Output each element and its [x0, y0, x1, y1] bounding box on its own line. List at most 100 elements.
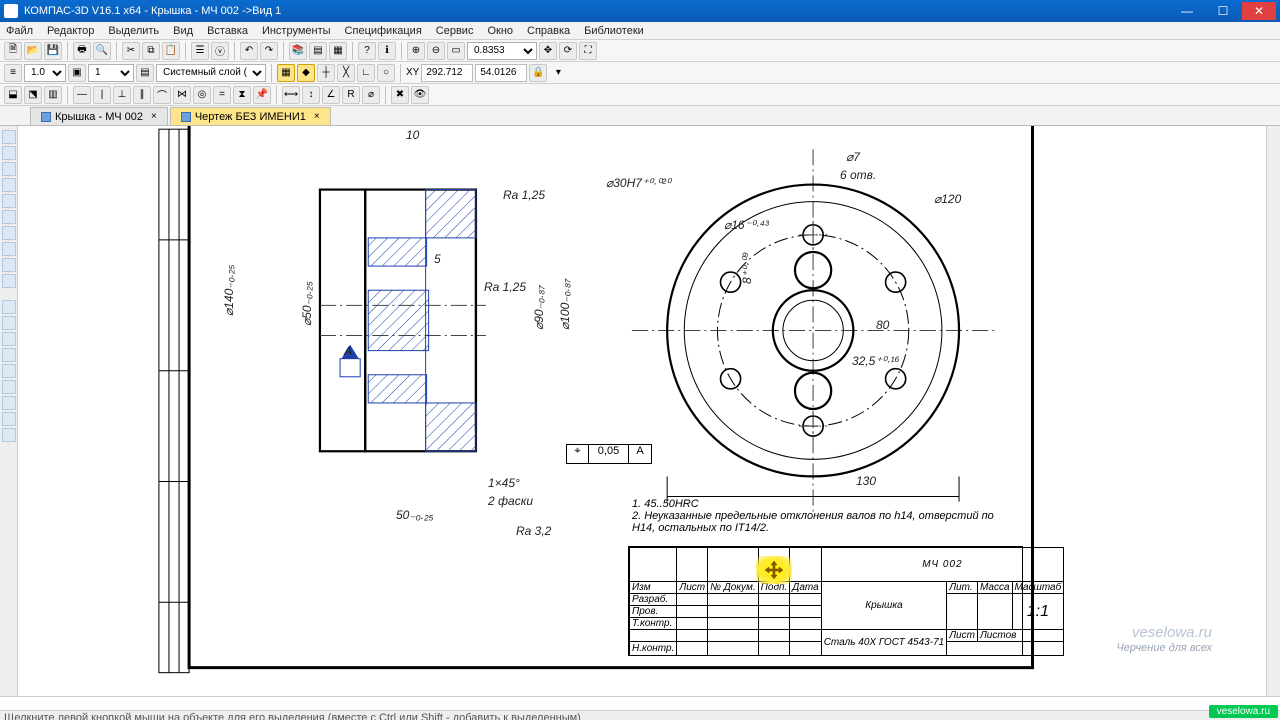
lib-icon[interactable]: 📚: [289, 42, 307, 60]
show-con-icon[interactable]: 👁: [411, 86, 429, 104]
close-icon[interactable]: ×: [151, 111, 157, 122]
round-icon[interactable]: ○: [377, 64, 395, 82]
snap-int-icon[interactable]: ╳: [337, 64, 355, 82]
close-icon[interactable]: ×: [314, 111, 320, 122]
menu-service[interactable]: Сервис: [436, 25, 474, 37]
rotate-icon[interactable]: ⟳: [559, 42, 577, 60]
coord-drop-icon[interactable]: ▾: [549, 64, 567, 82]
arc-tool-icon[interactable]: [2, 332, 16, 346]
snap-mid-icon[interactable]: ┼: [317, 64, 335, 82]
del-con-icon[interactable]: ✖: [391, 86, 409, 104]
dim-icon[interactable]: [2, 146, 16, 160]
pan-icon[interactable]: ✥: [539, 42, 557, 60]
sym-icon[interactable]: ⧗: [233, 86, 251, 104]
label-icon[interactable]: [2, 162, 16, 176]
menu-select[interactable]: Выделить: [108, 25, 159, 37]
coord-y[interactable]: 54.0126: [475, 64, 527, 82]
layers-icon[interactable]: ▤: [136, 64, 154, 82]
table-tool-icon[interactable]: [2, 428, 16, 442]
point-tool-icon[interactable]: [2, 380, 16, 394]
lineweight-combo[interactable]: 1.0: [24, 64, 66, 82]
rect-tool-icon[interactable]: [2, 348, 16, 362]
hdim-icon[interactable]: ⟷: [282, 86, 300, 104]
tab-doc-1[interactable]: Крышка - МЧ 002 ×: [30, 107, 168, 125]
open-icon[interactable]: 📂: [24, 42, 42, 60]
menu-edit[interactable]: Редактор: [47, 25, 94, 37]
preview-icon[interactable]: 🔍: [93, 42, 111, 60]
fix-icon[interactable]: 📌: [253, 86, 271, 104]
spline-tool-icon[interactable]: [2, 364, 16, 378]
vdim-icon[interactable]: ↕: [302, 86, 320, 104]
command-line[interactable]: [0, 696, 1280, 710]
tab-doc-2[interactable]: Чертеж БЕЗ ИМЕНИ1 ×: [170, 107, 331, 125]
minimize-button[interactable]: —: [1170, 2, 1204, 20]
layer-name-combo[interactable]: Системный слой (0): [156, 64, 266, 82]
menu-file[interactable]: Файл: [6, 25, 33, 37]
redo-icon[interactable]: ↷: [260, 42, 278, 60]
close-button[interactable]: ✕: [1242, 2, 1276, 20]
zoomwin-icon[interactable]: ▭: [447, 42, 465, 60]
help-icon[interactable]: ?: [358, 42, 376, 60]
menu-help[interactable]: Справка: [527, 25, 570, 37]
copy-icon[interactable]: ⧉: [142, 42, 160, 60]
right-scroll-strip[interactable]: [1266, 126, 1280, 696]
circle-tool-icon[interactable]: [2, 316, 16, 330]
coord-lock-icon[interactable]: 🔒: [529, 64, 547, 82]
param3-icon[interactable]: ▥: [44, 86, 62, 104]
conc-icon[interactable]: ◎: [193, 86, 211, 104]
perp-icon[interactable]: ⊥: [113, 86, 131, 104]
linestyle-icon[interactable]: ≡: [4, 64, 22, 82]
save-icon[interactable]: 💾: [44, 42, 62, 60]
select-icon[interactable]: [2, 226, 16, 240]
hatch-tool-icon[interactable]: [2, 396, 16, 410]
snap-grid-icon[interactable]: ▦: [277, 64, 295, 82]
paste-icon[interactable]: 📋: [162, 42, 180, 60]
param2-icon[interactable]: ⬔: [24, 86, 42, 104]
maximize-button[interactable]: ☐: [1206, 2, 1240, 20]
zoom-combo[interactable]: 0.8353: [467, 42, 537, 60]
param1-icon[interactable]: ⬓: [4, 86, 22, 104]
vcon-icon[interactable]: |: [93, 86, 111, 104]
undo-icon[interactable]: ↶: [240, 42, 258, 60]
drawing-canvas[interactable]: ⌀7 6 отв. ⌀120 ⌀16⁻⁰·⁴³ 80 32,5⁺⁰·¹⁶ 130…: [18, 126, 1266, 696]
layer-icon[interactable]: ▣: [68, 64, 86, 82]
menu-view[interactable]: Вид: [173, 25, 193, 37]
tan-icon[interactable]: ⌒: [153, 86, 171, 104]
par-icon[interactable]: ∥: [133, 86, 151, 104]
ddim-icon[interactable]: ⌀: [362, 86, 380, 104]
whatsthis-icon[interactable]: ℹ: [378, 42, 396, 60]
ortho-icon[interactable]: ∟: [357, 64, 375, 82]
menu-spec[interactable]: Спецификация: [345, 25, 422, 37]
coord-x[interactable]: 292.712: [421, 64, 473, 82]
spec2-icon[interactable]: ▦: [329, 42, 347, 60]
menu-libs[interactable]: Библиотеки: [584, 25, 644, 37]
layer-num-combo[interactable]: 1: [88, 64, 134, 82]
edit-icon[interactable]: [2, 178, 16, 192]
geom-icon[interactable]: [2, 130, 16, 144]
line-tool-icon[interactable]: [2, 300, 16, 314]
insert-icon[interactable]: [2, 274, 16, 288]
measure-icon[interactable]: [2, 210, 16, 224]
fit-icon[interactable]: ⛶: [579, 42, 597, 60]
props-icon[interactable]: ☰: [191, 42, 209, 60]
spec-icon[interactable]: ▤: [309, 42, 327, 60]
zoomin-icon[interactable]: ⊕: [407, 42, 425, 60]
print-icon[interactable]: 🖶: [73, 42, 91, 60]
hcon-icon[interactable]: —: [73, 86, 91, 104]
menu-insert[interactable]: Вставка: [207, 25, 248, 37]
menu-tools[interactable]: Инструменты: [262, 25, 331, 37]
adim-icon[interactable]: ∠: [322, 86, 340, 104]
menu-window[interactable]: Окно: [487, 25, 513, 37]
report-icon[interactable]: [2, 258, 16, 272]
spec-icon[interactable]: [2, 242, 16, 256]
param-icon[interactable]: [2, 194, 16, 208]
equal-icon[interactable]: =: [213, 86, 231, 104]
rdim-icon[interactable]: R: [342, 86, 360, 104]
new-icon[interactable]: 🗎: [4, 42, 22, 60]
cut-icon[interactable]: ✂: [122, 42, 140, 60]
text-tool-icon[interactable]: [2, 412, 16, 426]
coinc-icon[interactable]: ⋈: [173, 86, 191, 104]
vars-icon[interactable]: ⓥ: [211, 42, 229, 60]
zoomout-icon[interactable]: ⊖: [427, 42, 445, 60]
snap-end-icon[interactable]: ◆: [297, 64, 315, 82]
